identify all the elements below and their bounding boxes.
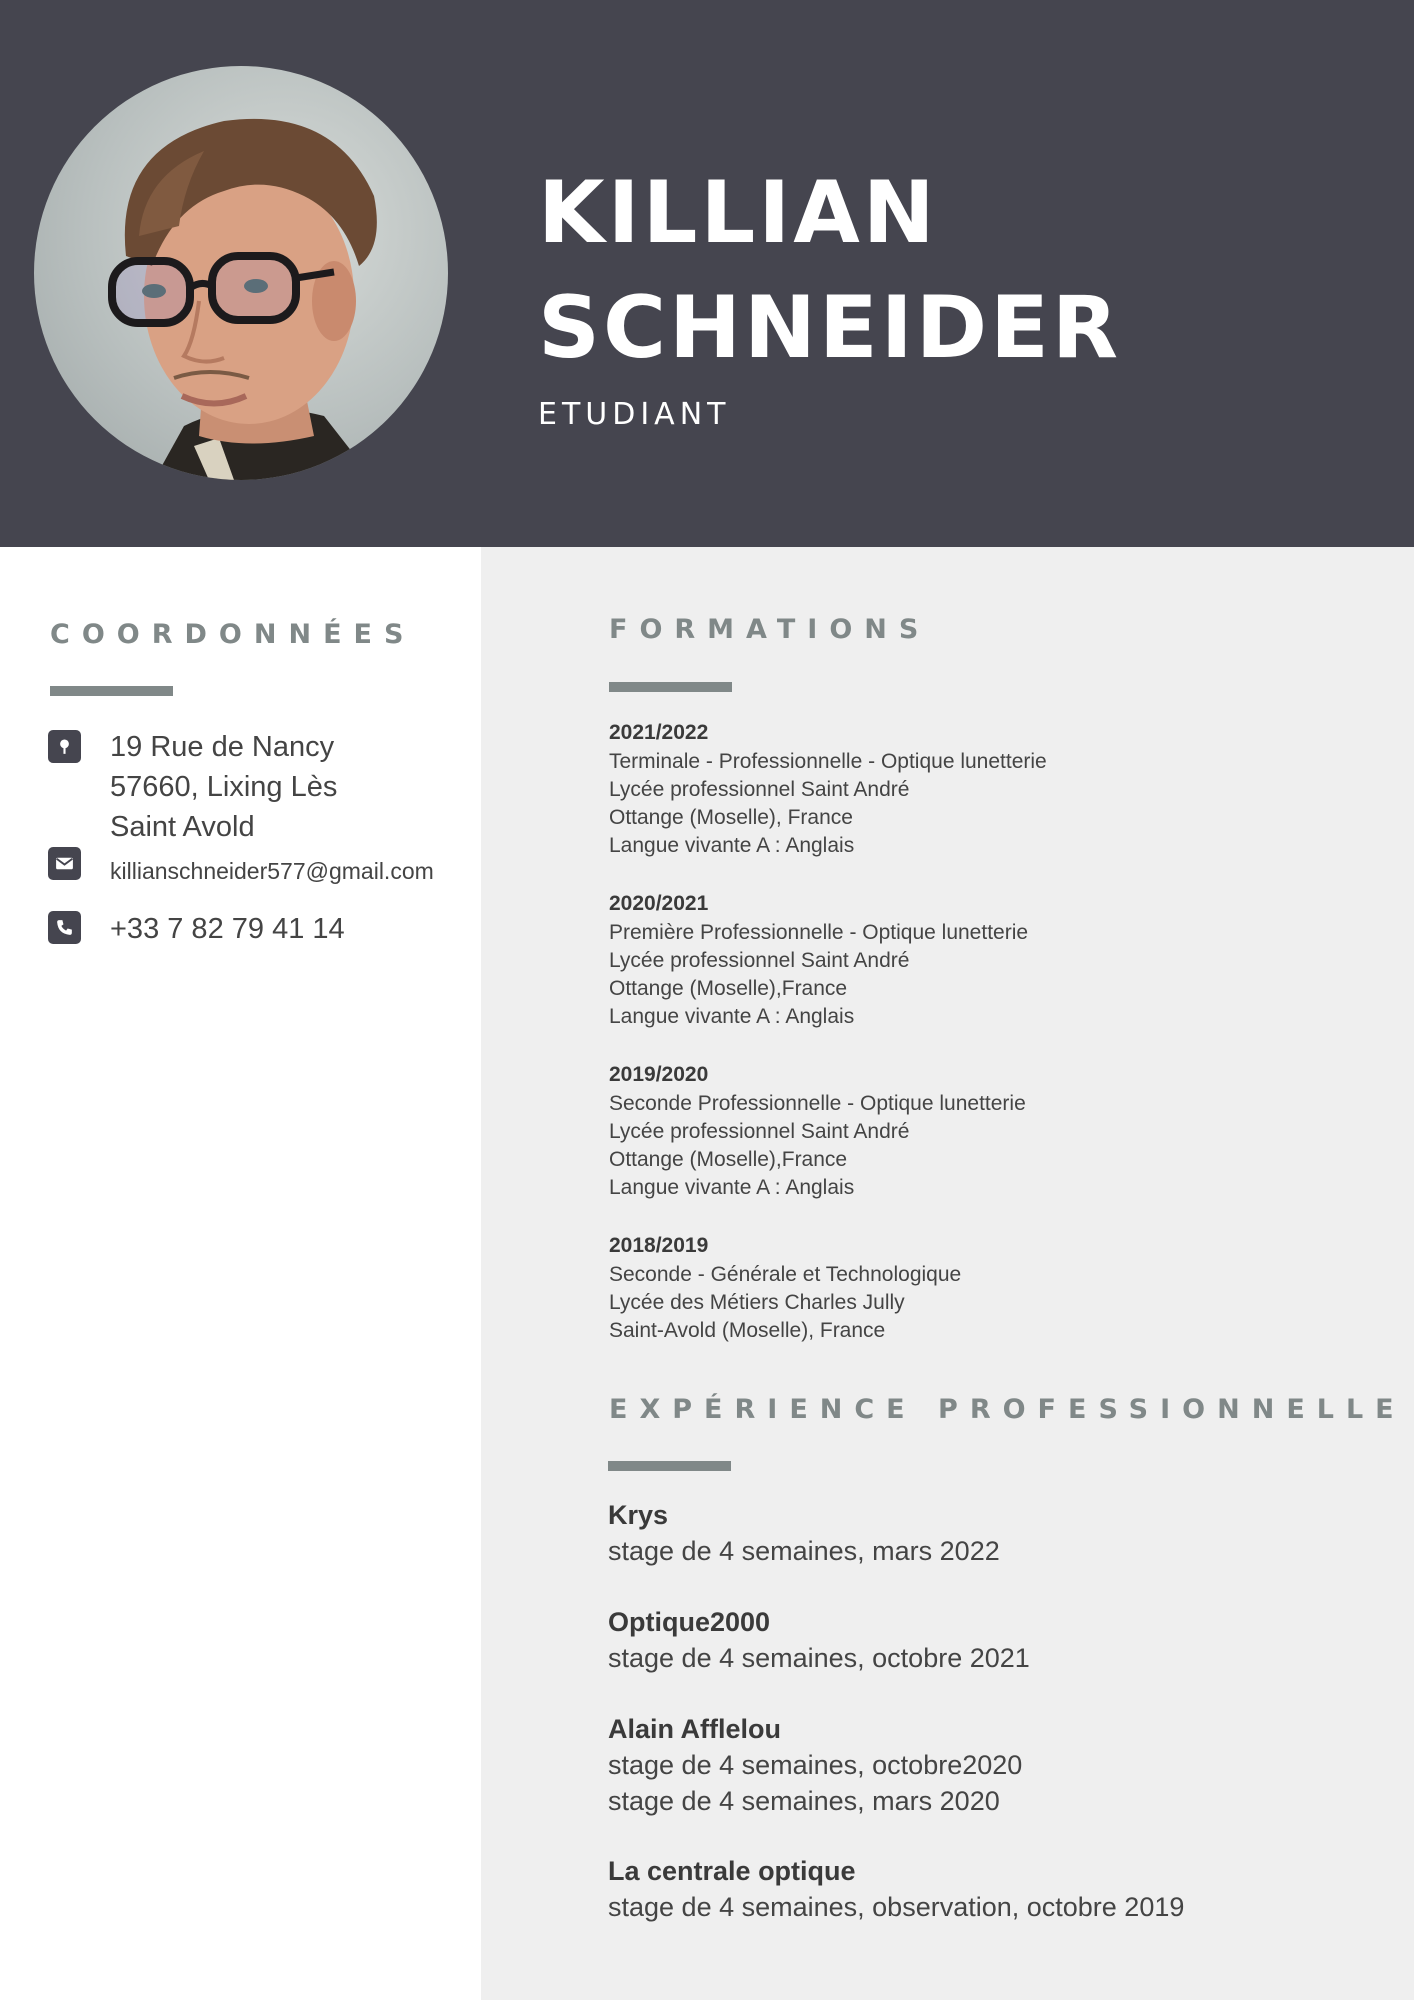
formation-line: Première Professionnelle - Optique lunet… [609,921,1029,944]
experience-company: Krys [608,1500,669,1530]
formation-line: Lycée des Métiers Charles Jully [609,1291,905,1314]
experience-company: La centrale optique [608,1856,856,1886]
formation-line: Langue vivante A : Anglais [609,834,855,857]
formation-entry: 2020/2021 Première Professionnelle - Opt… [609,889,1389,1031]
first-name: KILLIAN [538,163,938,263]
formations-title-rule [609,682,732,692]
experience-line: stage de 4 semaines, mars 2020 [608,1786,1000,1816]
contact-email[interactable]: killianschneider577@gmail.com [110,856,434,886]
phone-icon [48,911,81,944]
contact-section-title: COORDONNÉES [50,619,416,650]
portrait-illustration [108,118,377,480]
formation-entry: 2018/2019 Seconde - Générale et Technolo… [609,1231,1389,1345]
formation-line: Lycée professionnel Saint André [609,949,910,972]
formation-line: Lycée professionnel Saint André [609,778,910,801]
formation-line: Langue vivante A : Anglais [609,1005,855,1028]
experience-entry: Krys stage de 4 semaines, mars 2022 [608,1497,1398,1569]
formation-year: 2020/2021 [609,892,709,915]
header-banner: KILLIAN SCHNEIDER ETUDIANT [0,0,1414,547]
experience-company: Optique2000 [608,1607,771,1637]
contact-title-rule [50,686,173,696]
formation-entry: 2021/2022 Terminale - Professionnelle - … [609,718,1389,860]
formation-line: Terminale - Professionnelle - Optique lu… [609,750,1047,773]
location-pin-icon [48,730,81,763]
formation-line: Seconde Professionnelle - Optique lunett… [609,1092,1026,1115]
formation-line: Ottange (Moselle),France [609,977,848,1000]
formation-line: Lycée professionnel Saint André [609,1120,910,1143]
profile-photo [34,66,448,480]
experience-line: stage de 4 semaines, octobre 2021 [608,1643,1030,1673]
last-name: SCHNEIDER [538,278,1122,378]
formation-entry: 2019/2020 Seconde Professionnelle - Opti… [609,1060,1389,1202]
address-line: Saint Avold [110,811,255,843]
formation-line: Ottange (Moselle), France [609,806,853,829]
formation-year: 2019/2020 [609,1063,709,1086]
experience-line: stage de 4 semaines, mars 2022 [608,1536,1000,1566]
contact-address: 19 Rue de Nancy 57660, Lixing Lès Saint … [110,727,337,847]
experience-entry: Optique2000 stage de 4 semaines, octobre… [608,1604,1398,1676]
formation-line: Seconde - Générale et Technologique [609,1263,962,1286]
experience-company: Alain Afflelou [608,1714,781,1744]
formations-section-title: FORMATIONS [609,614,931,645]
experience-entry: La centrale optique stage de 4 semaines,… [608,1853,1398,1925]
address-line: 57660, Lixing Lès [110,771,338,803]
formation-year: 2018/2019 [609,1234,709,1257]
formation-line: Ottange (Moselle),France [609,1148,848,1171]
formation-line: Saint-Avold (Moselle), France [609,1319,886,1342]
formation-year: 2021/2022 [609,721,709,744]
job-title: ETUDIANT [538,397,731,432]
experience-line: stage de 4 semaines, octobre2020 [608,1750,1023,1780]
contact-phone[interactable]: +33 7 82 79 41 14 [110,909,345,949]
formation-line: Langue vivante A : Anglais [609,1176,855,1199]
experience-section-title: EXPÉRIENCE PROFESSIONNELLE [609,1394,1406,1425]
experience-line: stage de 4 semaines, observation, octobr… [608,1892,1185,1922]
experience-entry: Alain Afflelou stage de 4 semaines, octo… [608,1711,1398,1819]
envelope-icon [48,847,81,880]
address-line: 19 Rue de Nancy [110,731,335,763]
experience-title-rule [608,1461,731,1471]
